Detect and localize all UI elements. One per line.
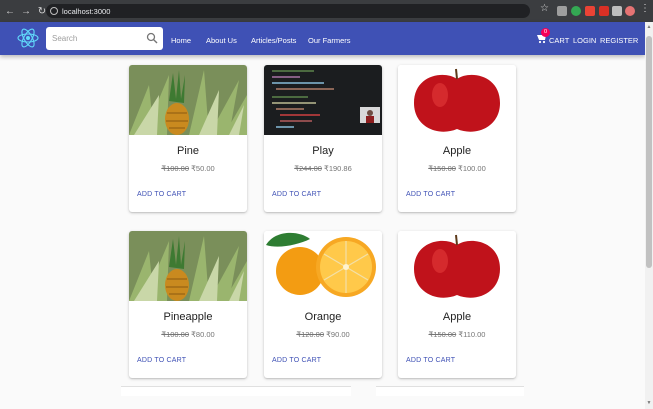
puzzle-icon[interactable]	[612, 6, 622, 16]
info-icon[interactable]	[50, 7, 58, 15]
old-price: ₹120.00	[296, 330, 325, 339]
menu-icon[interactable]: ⋮	[640, 3, 650, 14]
new-price: ₹90.00	[326, 330, 350, 339]
add-to-cart-button[interactable]: ADD TO CART	[406, 191, 455, 198]
product-card: Orange ₹120.00 ₹90.00 ADD TO CART	[264, 231, 382, 378]
scroll-down-icon[interactable]: ▼	[646, 400, 652, 406]
add-to-cart-button[interactable]: ADD TO CART	[137, 357, 186, 364]
product-price: ₹244.00 ₹190.86	[264, 164, 382, 173]
product-price: ₹120.00 ₹90.00	[264, 330, 382, 339]
page-scrollbar[interactable]: ▲ ▼	[645, 22, 653, 409]
nav-articles-posts[interactable]: Articles/Posts	[251, 36, 296, 45]
product-title: Apple	[442, 311, 472, 323]
product-card: Pineapple ₹100.00 ₹80.00 ADD TO CART	[129, 231, 247, 378]
cart-button[interactable]: CART	[549, 36, 569, 45]
product-card: Apple ₹150.00 ₹100.00 ADD TO CART	[398, 65, 516, 212]
product-price: ₹150.00 ₹110.00	[398, 330, 516, 339]
new-price: ₹190.86	[324, 164, 352, 173]
nav-about-us[interactable]: About Us	[206, 36, 237, 45]
extension-icon[interactable]	[571, 6, 581, 16]
apple-image	[398, 231, 516, 301]
pineapple-image	[129, 65, 247, 135]
old-price: ₹100.00	[161, 330, 190, 339]
star-icon[interactable]: ☆	[540, 3, 549, 14]
pineapple-image	[129, 231, 247, 301]
nav-our-farmers[interactable]: Our Farmers	[308, 36, 351, 45]
code-screenshot-image	[264, 65, 382, 135]
product-card: Play ₹244.00 ₹190.86 ADD TO CART	[264, 65, 382, 212]
orange-image	[264, 231, 382, 301]
product-price: ₹100.00 ₹80.00	[129, 330, 247, 339]
apple-image	[398, 65, 516, 135]
login-button[interactable]: LOGIN	[573, 36, 596, 45]
forward-icon[interactable]: →	[20, 6, 32, 17]
product-title: Orange	[304, 311, 342, 323]
search-input[interactable]	[52, 31, 140, 46]
nav-home[interactable]: Home	[171, 36, 191, 45]
address-url: localhost:3000	[62, 6, 111, 16]
react-logo-icon[interactable]	[16, 26, 40, 50]
profile-avatar[interactable]	[625, 6, 635, 16]
register-button[interactable]: REGISTER	[600, 36, 638, 45]
scroll-up-icon[interactable]: ▲	[646, 24, 652, 30]
extension-icon[interactable]	[599, 6, 609, 16]
product-title: Pine	[176, 145, 200, 157]
add-to-cart-button[interactable]: ADD TO CART	[272, 357, 321, 364]
next-row-card	[121, 386, 351, 396]
product-card: Apple ₹150.00 ₹110.00 ADD TO CART	[398, 231, 516, 378]
new-price: ₹110.00	[458, 330, 486, 339]
new-price: ₹80.00	[191, 330, 215, 339]
search-icon[interactable]	[146, 32, 158, 44]
next-row-card	[376, 386, 524, 396]
add-to-cart-button[interactable]: ADD TO CART	[137, 191, 186, 198]
extension-icon[interactable]	[557, 6, 567, 16]
search-box[interactable]	[46, 27, 163, 50]
new-price: ₹100.00	[458, 164, 486, 173]
product-price: ₹150.00 ₹100.00	[398, 164, 516, 173]
address-bar[interactable]: localhost:3000	[46, 4, 530, 18]
new-price: ₹50.00	[191, 164, 215, 173]
back-icon[interactable]: ←	[4, 6, 16, 17]
add-to-cart-button[interactable]: ADD TO CART	[272, 191, 321, 198]
extension-icon[interactable]	[585, 6, 595, 16]
old-price: ₹150.00	[428, 330, 457, 339]
browser-toolbar: ← → ↻ localhost:3000 ☆ ⋮	[0, 0, 653, 22]
product-price: ₹100.00 ₹50.00	[129, 164, 247, 173]
product-title: Apple	[442, 145, 472, 157]
product-title: Pineapple	[163, 311, 213, 323]
product-card: Pine ₹100.00 ₹50.00 ADD TO CART	[129, 65, 247, 212]
product-title: Play	[312, 145, 334, 157]
old-price: ₹100.00	[161, 164, 190, 173]
scrollbar-thumb[interactable]	[646, 36, 652, 268]
old-price: ₹150.00	[428, 164, 456, 173]
add-to-cart-button[interactable]: ADD TO CART	[406, 357, 455, 364]
old-price: ₹244.00	[294, 164, 322, 173]
